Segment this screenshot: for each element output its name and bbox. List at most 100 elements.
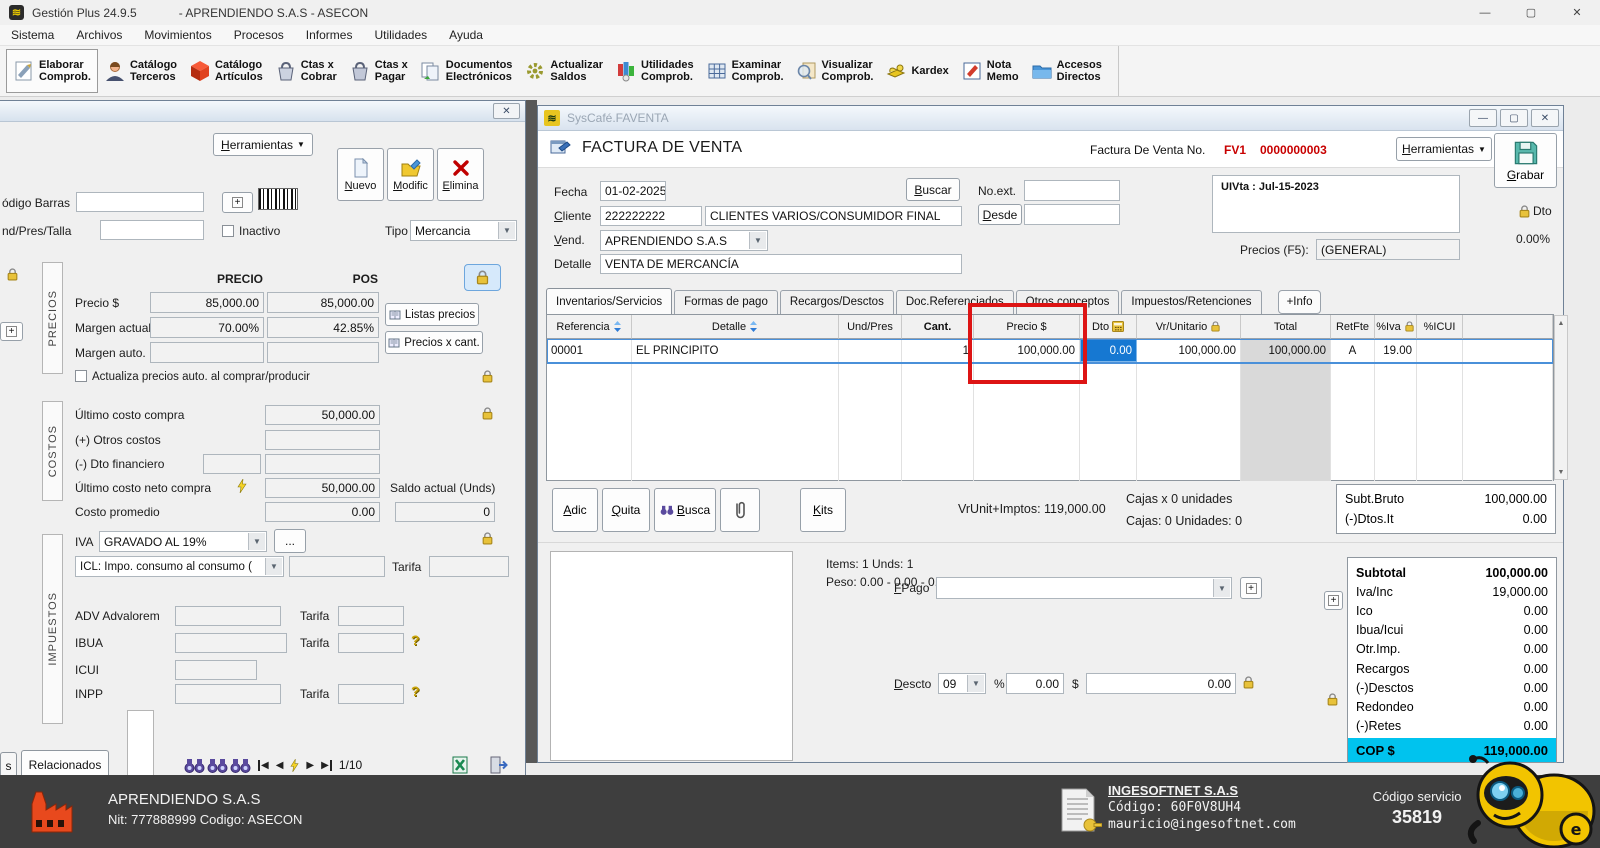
cell-detalle[interactable]: EL PRINCIPITO (632, 339, 839, 362)
nav-next-icon[interactable]: ▶ (306, 760, 314, 771)
col-detalle[interactable]: Detalle (632, 315, 839, 339)
col-retfte[interactable]: RetFte (1331, 315, 1375, 339)
precios-x-cant-button[interactable]: Precios x cant. (385, 331, 483, 354)
expand-plus-button[interactable]: + (222, 192, 253, 213)
tab-inventarios-servicios[interactable]: Inventarios/Servicios (546, 288, 672, 314)
cell-precio[interactable]: 100,000.00 (974, 339, 1080, 362)
col-total[interactable]: Total (1241, 315, 1331, 339)
menu-utilidades[interactable]: Utilidades (363, 28, 438, 42)
margen-auto-field[interactable] (150, 342, 264, 363)
toolbar-actualizar-saldos[interactable]: ActualizarSaldos (518, 56, 609, 86)
tipo-select[interactable]: Mercancia ▼ (410, 220, 517, 241)
maximize-icon[interactable]: ▢ (1508, 0, 1554, 25)
cell-icui[interactable] (1417, 339, 1463, 362)
fecha-field[interactable]: 01-02-2025 (600, 181, 666, 201)
tab-doc-referenciados[interactable]: Doc.Referenciados (896, 290, 1014, 314)
cell-vr-unitario[interactable]: 100,000.00 (1137, 339, 1241, 362)
exit-door-icon[interactable] (489, 756, 508, 774)
search-binoculars-icon[interactable] (230, 758, 251, 774)
herramientas-button[interactable]: Herramientas ▼ (1396, 137, 1492, 161)
cell-dto-selected[interactable]: 0.00 (1080, 339, 1137, 362)
inpp-field[interactable] (175, 684, 281, 704)
col-und-pres[interactable]: Und/Pres (839, 315, 902, 339)
adv-tarifa-field[interactable] (338, 606, 404, 626)
col-icui[interactable]: %ICUI (1417, 315, 1463, 339)
margen-actual-pos-field[interactable]: 42.85% (267, 317, 379, 338)
table-row[interactable]: 00001 EL PRINCIPITO 1 100,000.00 0.00 10… (547, 339, 1553, 364)
tab-mas-info[interactable]: +Info (1278, 290, 1322, 314)
toolbar-accesos-directos[interactable]: AccesosDirectos (1025, 56, 1108, 86)
toolbar-catalogo-terceros[interactable]: CatálogoTerceros (98, 56, 183, 86)
icl-select[interactable]: ICL: Impo. consumo al consumo ( ▼ (75, 556, 284, 577)
inpp-tarifa-field[interactable] (338, 684, 404, 704)
precio-pos-field[interactable]: 85,000.00 (267, 292, 379, 313)
ibua-field[interactable] (175, 633, 287, 653)
restore-icon[interactable]: ▢ (1500, 109, 1528, 127)
detalle-field[interactable]: VENTA DE MERCANCÍA (600, 254, 962, 274)
col-referencia[interactable]: Referencia (547, 315, 632, 339)
actualiza-precios-checkbox[interactable]: Actualiza precios auto. al comprar/produ… (75, 370, 310, 383)
adv-field[interactable] (175, 606, 281, 626)
quitar-button[interactable]: Quita (602, 488, 650, 532)
side-plus-button[interactable]: + (0, 322, 23, 341)
close-icon[interactable]: ✕ (493, 103, 520, 119)
descto-code-select[interactable]: 09 ▼ (938, 673, 986, 694)
margen-actual-field[interactable]: 70.00% (150, 317, 264, 338)
col-vr-unitario[interactable]: Vr/Unitario (1137, 315, 1241, 339)
col-cant[interactable]: Cant. (902, 315, 974, 339)
fpago-plus-button[interactable]: + (1240, 577, 1262, 599)
precio-field[interactable]: 85,000.00 (150, 292, 264, 313)
toolbar-catalogo-articulos[interactable]: CatálogoArtículos (183, 56, 269, 86)
modificar-button[interactable]: Modific (387, 148, 434, 201)
descto-value-field[interactable]: 0.00 (1086, 673, 1236, 694)
dto-financiero-pct-field[interactable] (203, 454, 261, 474)
col-iva[interactable]: %Iva (1375, 315, 1417, 339)
descto-percent-field[interactable]: 0.00 (1006, 673, 1064, 694)
vendor-name-link[interactable]: INGESOFTNET S.A.S (1108, 783, 1296, 798)
cell-und-pres[interactable] (839, 339, 902, 362)
cliente-id-field[interactable]: 222222222 (600, 206, 702, 226)
cell-cant[interactable]: 1 (902, 339, 974, 362)
costo-promedio-field[interactable]: 0.00 (265, 502, 380, 522)
search-binoculars-icon[interactable] (207, 758, 228, 774)
noext-field[interactable] (1024, 180, 1120, 201)
costo-neto-field[interactable]: 50,000.00 (265, 478, 380, 498)
nav-last-icon[interactable]: ▶ (321, 760, 332, 771)
scroll-up-icon[interactable]: ▲ (1555, 316, 1567, 330)
vendor-email[interactable]: mauricio@ingesoftnet.com (1108, 817, 1296, 832)
tab-formas-de-pago[interactable]: Formas de pago (674, 290, 778, 314)
toolbar-ctas-x-pagar[interactable]: Ctas xPagar (343, 56, 414, 86)
nav-prev-icon[interactable]: ◀ (276, 760, 284, 771)
minimize-icon[interactable]: — (1462, 0, 1508, 25)
notes-panel[interactable] (550, 551, 793, 761)
toolbar-examinar-comprob[interactable]: ExaminarComprob. (700, 56, 790, 86)
cell-iva[interactable]: 19.00 (1375, 339, 1417, 362)
toolbar-kardex[interactable]: Kardex (879, 57, 954, 85)
excel-export-icon[interactable] (450, 756, 470, 774)
inactivo-checkbox[interactable]: Inactivo (222, 224, 280, 238)
menu-procesos[interactable]: Procesos (223, 28, 295, 42)
buscar-button[interactable]: Buscar (906, 178, 960, 201)
minimize-icon[interactable]: — (1469, 109, 1497, 127)
desde-field[interactable] (1024, 204, 1120, 225)
col-dto[interactable]: Dto (1080, 315, 1137, 339)
tab-impuestos-retenciones[interactable]: Impuestos/Retenciones (1121, 290, 1261, 314)
table-scrollbar[interactable]: ▲ ▼ (1554, 315, 1568, 480)
und-pres-talla-field[interactable] (100, 220, 204, 240)
toolbar-ctas-x-cobrar[interactable]: Ctas xCobrar (269, 56, 343, 86)
menu-ayuda[interactable]: Ayuda (438, 28, 494, 42)
ibua-tarifa-field[interactable] (338, 633, 404, 653)
toolbar-nota-memo[interactable]: NotaMemo (955, 56, 1025, 86)
cell-total[interactable]: 100,000.00 (1241, 339, 1331, 362)
scroll-down-icon[interactable]: ▼ (1555, 465, 1567, 479)
tab-recargos-desctos[interactable]: Recargos/Desctos (780, 290, 894, 314)
icui-field[interactable] (175, 660, 257, 680)
cell-referencia[interactable]: 00001 (547, 339, 632, 362)
tab-otros-conceptos[interactable]: Otros conceptos (1016, 290, 1120, 314)
unlock-prices-button[interactable] (464, 264, 501, 291)
tab-relacionados[interactable]: Relacionados (21, 750, 109, 778)
nuevo-button[interactable]: Nuevo (337, 148, 384, 201)
totals-plus-button[interactable]: + (1324, 591, 1343, 610)
listas-precios-button[interactable]: Listas precios (385, 303, 479, 326)
attachment-button[interactable] (720, 488, 760, 532)
